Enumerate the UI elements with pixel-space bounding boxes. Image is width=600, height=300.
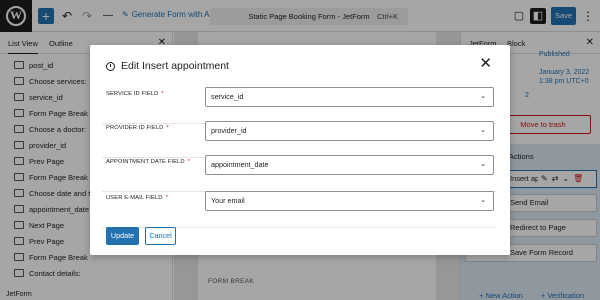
- form-row: PROVIDER ID FIELD * provider_id ⌄: [102, 121, 496, 158]
- close-icon[interactable]: ✕: [479, 56, 492, 71]
- modal-header: Edit Insert appointment: [106, 60, 229, 72]
- provider-id-select[interactable]: provider_id ⌄: [205, 121, 494, 141]
- required-mark: *: [161, 91, 164, 97]
- service-id-select[interactable]: service_id ⌄: [205, 87, 494, 107]
- modal-title: Edit Insert appointment: [121, 60, 229, 72]
- edit-action-modal: Edit Insert appointment ✕ SERVICE ID FIE…: [90, 45, 510, 255]
- select-value: provider_id: [211, 126, 247, 135]
- update-button[interactable]: Update: [106, 227, 139, 245]
- clock-icon: [106, 61, 115, 71]
- cancel-button[interactable]: Cancel: [145, 227, 176, 245]
- chevron-down-icon: ⌄: [480, 161, 486, 168]
- field-label: APPOINTMENT DATE FIELD *: [106, 158, 190, 166]
- field-label-text: APPOINTMENT DATE FIELD: [106, 159, 185, 165]
- select-value: appointment_date: [211, 160, 269, 169]
- form-row: APPOINTMENT DATE FIELD * appointment_date…: [102, 155, 496, 192]
- field-label-text: USER E-MAIL FIELD: [106, 195, 163, 201]
- required-mark: *: [166, 125, 169, 131]
- chevron-down-icon: ⌄: [480, 197, 486, 204]
- chevron-down-icon: ⌄: [480, 93, 486, 100]
- appointment-date-select[interactable]: appointment_date ⌄: [205, 155, 494, 175]
- user-email-select[interactable]: Your email ⌄: [205, 191, 494, 211]
- required-mark: *: [165, 195, 168, 201]
- field-label: SERVICE ID FIELD *: [106, 90, 164, 98]
- chevron-down-icon: ⌄: [480, 127, 486, 134]
- select-value: service_id: [211, 92, 244, 101]
- field-label: USER E-MAIL FIELD *: [106, 194, 168, 202]
- select-value: Your email: [211, 196, 245, 205]
- field-label-text: PROVIDER ID FIELD: [106, 125, 164, 131]
- form-row: USER E-MAIL FIELD * Your email ⌄: [102, 191, 496, 228]
- field-label: PROVIDER ID FIELD *: [106, 124, 169, 132]
- field-label-text: SERVICE ID FIELD: [106, 91, 159, 97]
- form-row: SERVICE ID FIELD * service_id ⌄: [102, 87, 496, 124]
- required-mark: *: [187, 159, 191, 165]
